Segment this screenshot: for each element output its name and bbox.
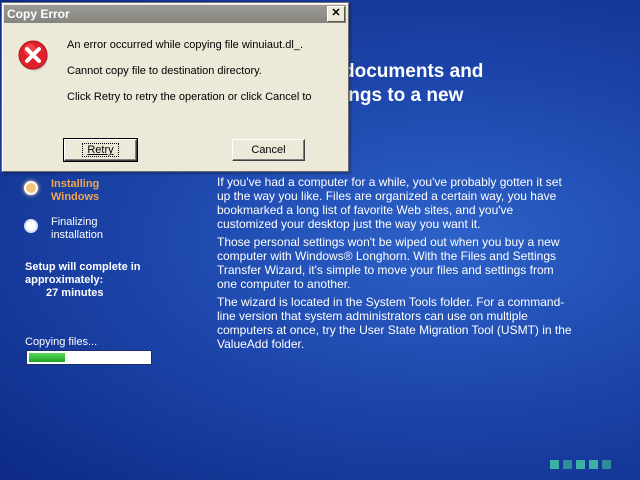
- step-installing-windows: Installing Windows: [24, 178, 194, 204]
- progress-fill: [29, 353, 65, 362]
- copy-error-dialog: Copy Error ✕ An error occurred while cop…: [1, 2, 349, 172]
- step-finalizing-installation: Finalizing installation: [24, 216, 194, 242]
- setup-steps: Installing Windows Finalizing installati…: [24, 178, 194, 254]
- error-message: An error occurred while copying file win…: [67, 39, 304, 51]
- slide-dot: [589, 460, 598, 469]
- info-paragraph: The wizard is located in the System Tool…: [217, 295, 572, 351]
- active-step-icon: [24, 181, 38, 195]
- retry-button[interactable]: Retry: [63, 138, 138, 162]
- slide-dot: [550, 460, 559, 469]
- slide-indicator: [550, 460, 611, 469]
- page-heading: documents and ings to a new: [343, 61, 484, 106]
- estimate-value: 27 minutes: [46, 287, 104, 299]
- copy-status-label: Copying files...: [25, 336, 98, 348]
- cancel-button[interactable]: Cancel: [232, 139, 305, 161]
- retry-label: Retry: [82, 143, 119, 157]
- dialog-title: Copy Error: [7, 7, 70, 21]
- copy-progress-bar: [26, 350, 152, 365]
- estimate-label: Setup will complete in approximately:: [25, 261, 141, 286]
- slide-dot: [602, 460, 611, 469]
- slide-dot: [576, 460, 585, 469]
- error-icon: [18, 40, 48, 71]
- info-paragraph: If you've had a computer for a while, yo…: [217, 175, 562, 231]
- info-text: If you've had a computer for a while, yo…: [217, 175, 572, 355]
- dialog-titlebar[interactable]: Copy Error ✕: [4, 5, 346, 23]
- close-icon: ✕: [331, 7, 341, 19]
- error-instruction: Click Retry to retry the operation or cl…: [67, 91, 312, 103]
- error-detail: Cannot copy file to destination director…: [67, 65, 262, 77]
- time-estimate: Setup will complete in approximately: 27…: [25, 261, 185, 300]
- pending-step-icon: [24, 219, 38, 233]
- info-paragraph: Those personal settings won't be wiped o…: [217, 235, 560, 291]
- step-label: Installing Windows: [51, 178, 100, 203]
- cancel-label: Cancel: [251, 144, 286, 156]
- close-button[interactable]: ✕: [327, 6, 345, 22]
- slide-dot: [563, 460, 572, 469]
- step-label: Finalizing installation: [51, 216, 103, 241]
